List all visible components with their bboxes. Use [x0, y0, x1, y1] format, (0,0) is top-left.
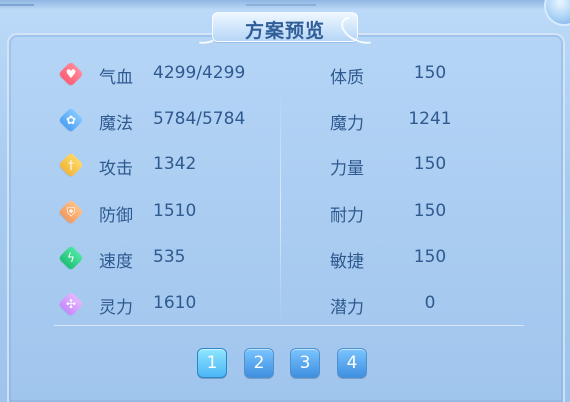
mana-icon-glyph: ✿: [65, 113, 77, 127]
stat-value-mofa: 5784/5784: [153, 109, 246, 129]
stat-value-lingli: 1610: [153, 293, 197, 313]
stat-value-fangyu: 1510: [153, 201, 197, 221]
stat-label-sudu: 速度: [99, 252, 133, 272]
stat-label-minjie: 敏捷: [330, 252, 364, 272]
stat-label-moli: 魔力: [330, 114, 364, 134]
stat-value-tizhi: 150: [413, 63, 447, 83]
stat-label-tizhi: 体质: [330, 68, 364, 88]
stat-label-qixue: 气血: [99, 68, 133, 88]
stat-value-naili: 150: [413, 201, 447, 221]
page-button-2[interactable]: 2: [244, 348, 274, 378]
stat-row-5: ϟ 速度 535 敏捷 150: [44, 242, 526, 274]
spirit-icon: ✣: [58, 291, 84, 317]
stat-label-gongji: 攻击: [99, 159, 133, 179]
stat-row-4: ⛨ 防御 1510 耐力 150: [44, 196, 526, 228]
stat-label-mofa: 魔法: [99, 114, 133, 134]
top-ornament-center: [246, 0, 316, 6]
top-strip: [0, 0, 570, 10]
stat-label-naili: 耐力: [330, 206, 364, 226]
bottom-separator: [54, 325, 524, 326]
stats-area: ♥ 气血 4299/4299 体质 150 ✿ 魔法 5784/5784 魔力 …: [44, 55, 526, 326]
stat-value-minjie: 150: [413, 247, 447, 267]
shield-icon-glyph: ⛨: [66, 205, 76, 219]
heart-icon-glyph: ♥: [65, 67, 77, 81]
game-window: 方案预览 ♥ 气血 4299/4299 体质 150 ✿ 魔法 5784/578…: [0, 0, 570, 402]
heart-icon: ♥: [58, 61, 84, 87]
stat-value-gongji: 1342: [153, 154, 197, 174]
mana-icon: ✿: [58, 107, 84, 133]
top-ornament-left: [0, 0, 34, 6]
stat-value-sudu: 535: [153, 247, 186, 267]
bolt-icon-glyph: ϟ: [67, 251, 75, 265]
stat-value-moli: 1241: [408, 109, 452, 129]
stat-label-qianli: 潜力: [330, 298, 364, 318]
stat-value-qixue: 4299/4299: [153, 63, 246, 83]
stat-row-3: † 攻击 1342 力量 150: [44, 149, 526, 181]
stat-value-liliang: 150: [413, 154, 447, 174]
sword-icon-glyph: †: [68, 158, 74, 172]
spirit-icon-glyph: ✣: [65, 297, 77, 311]
shield-icon: ⛨: [58, 199, 84, 225]
corner-orb-icon: [544, 0, 570, 26]
sword-icon: †: [58, 152, 84, 178]
stat-row-2: ✿ 魔法 5784/5784 魔力 1241: [44, 104, 526, 136]
page-button-1[interactable]: 1: [197, 348, 227, 378]
page-button-4[interactable]: 4: [337, 348, 367, 378]
stat-label-lingli: 灵力: [99, 298, 133, 318]
stat-label-liliang: 力量: [330, 159, 364, 179]
stat-value-qianli: 0: [424, 293, 436, 313]
bolt-icon: ϟ: [58, 245, 84, 271]
stat-row-1: ♥ 气血 4299/4299 体质 150: [44, 58, 526, 90]
stat-row-6: ✣ 灵力 1610 潜力 0: [44, 288, 526, 320]
page-button-3[interactable]: 3: [290, 348, 320, 378]
title-plate: 方案预览: [186, 10, 384, 50]
pagination: 1 2 3 4: [197, 348, 371, 380]
stat-label-fangyu: 防御: [99, 206, 133, 226]
